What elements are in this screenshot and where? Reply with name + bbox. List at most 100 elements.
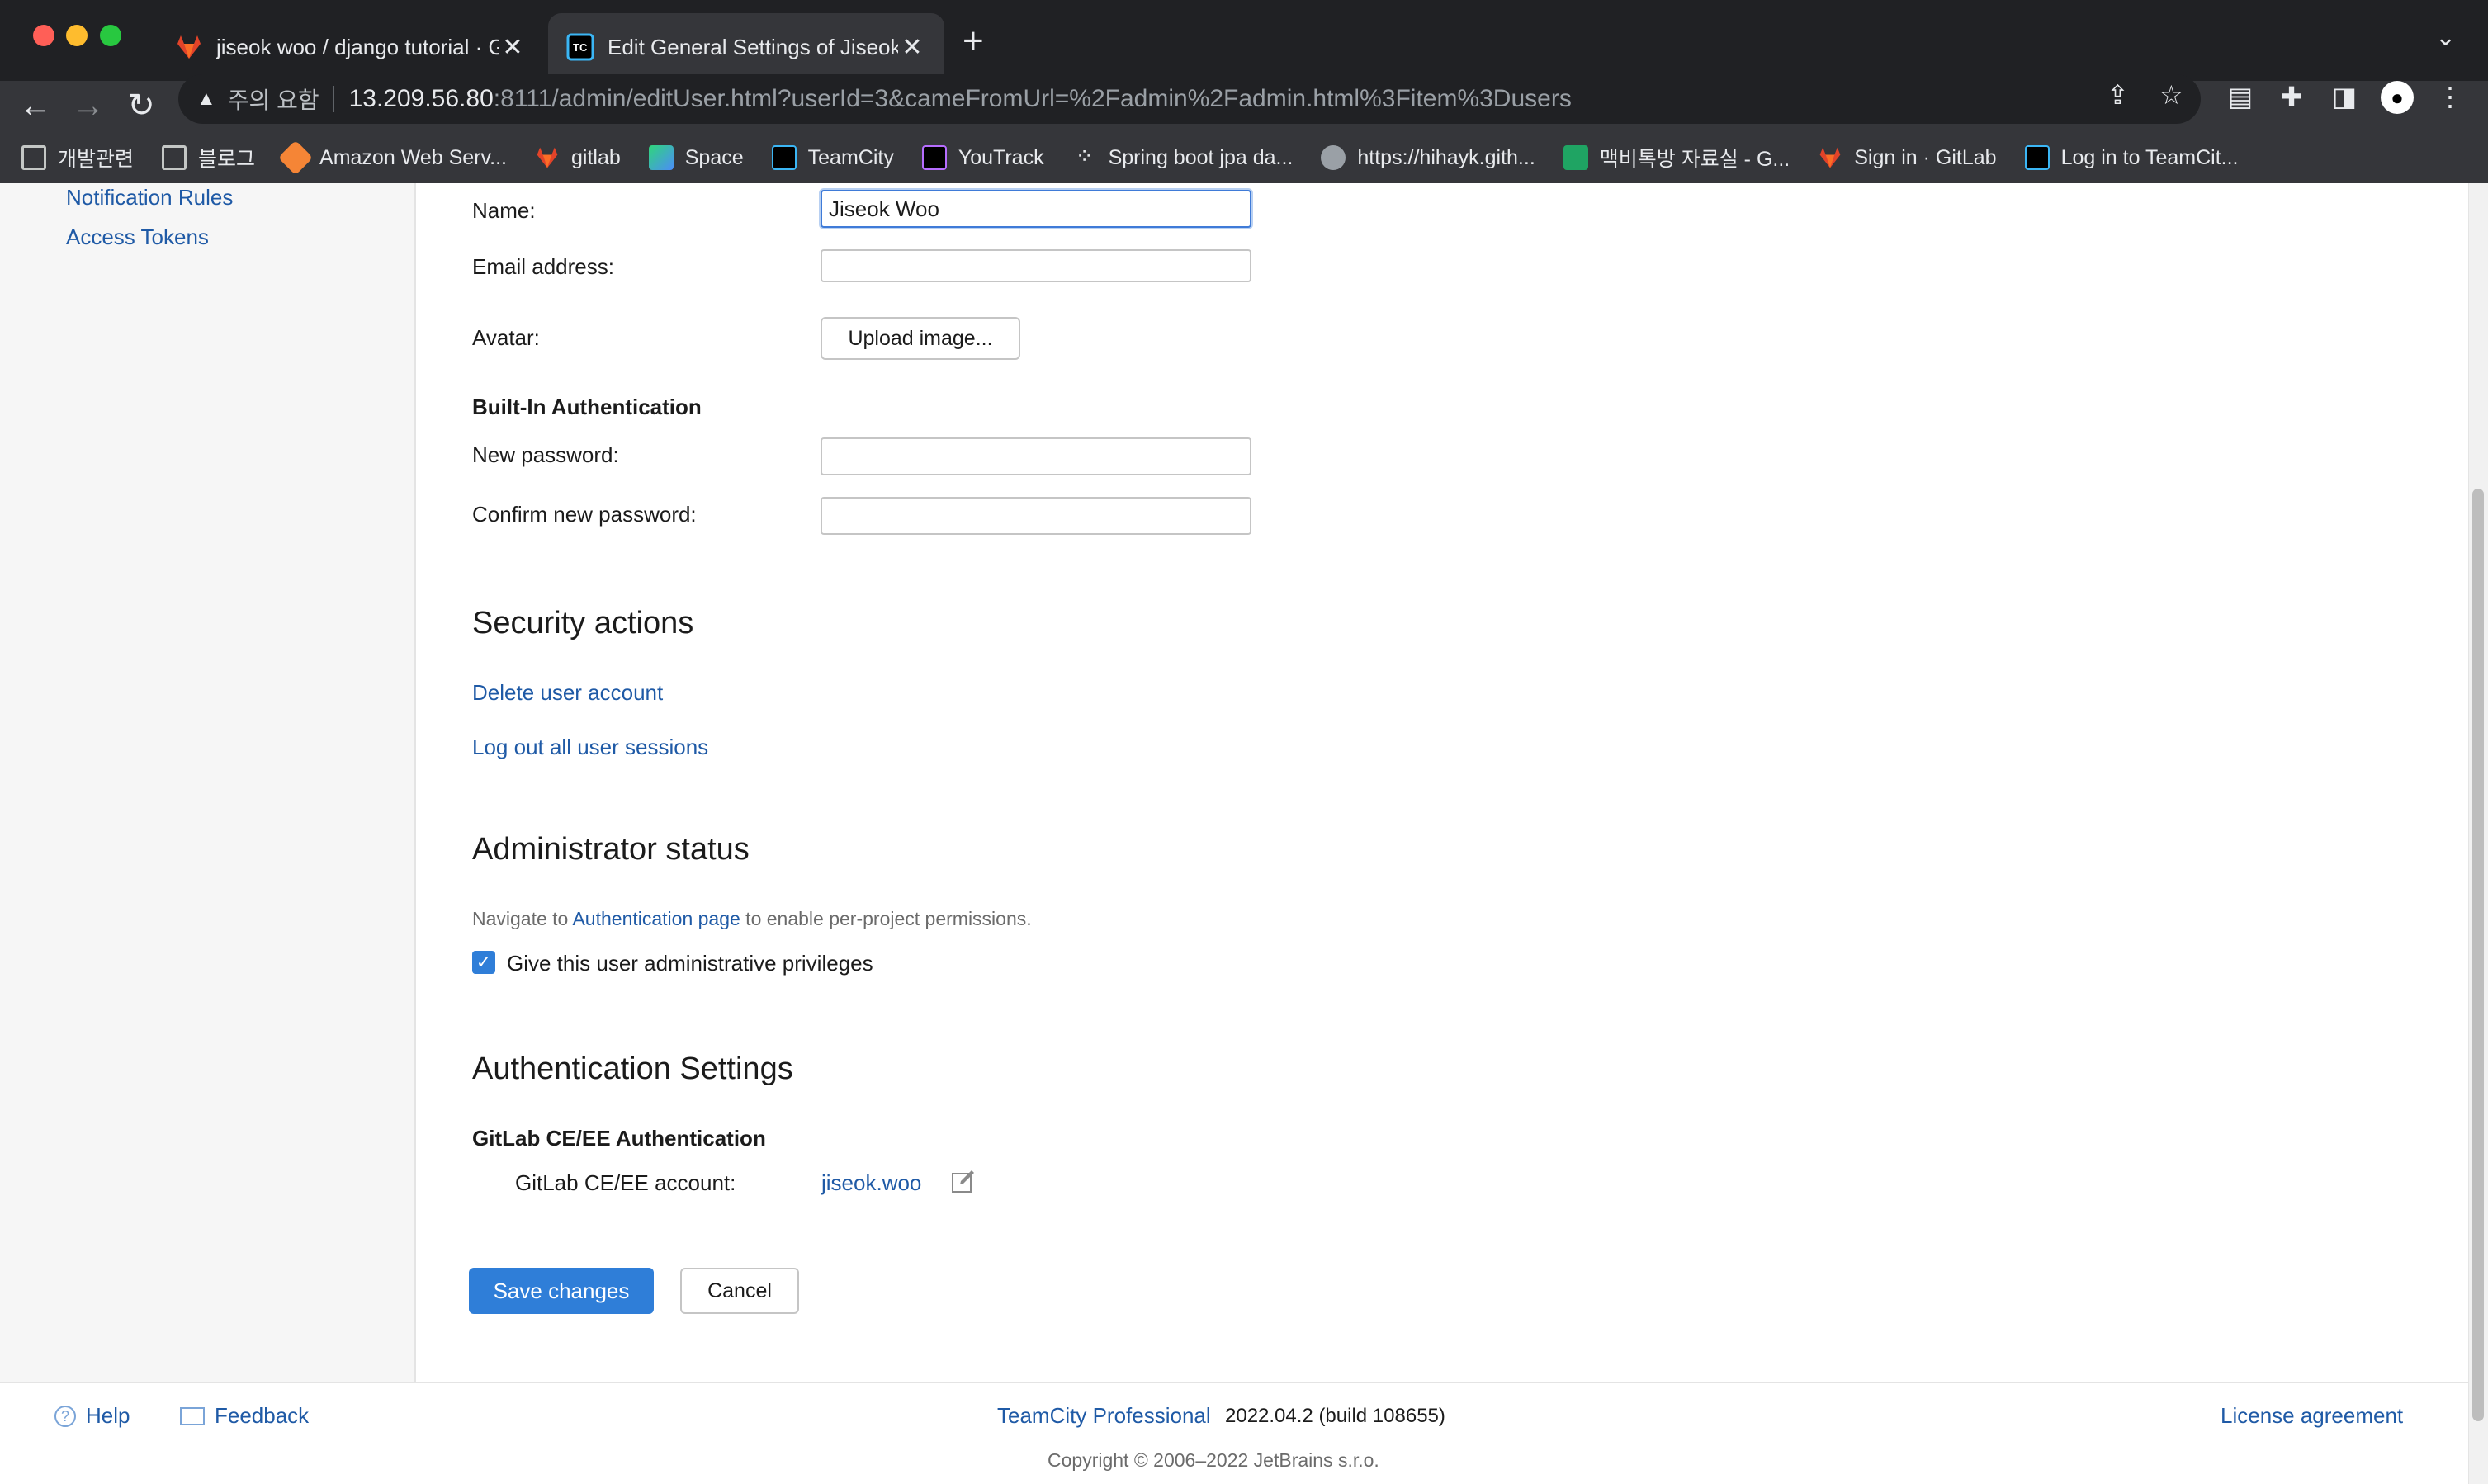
sidebar-item-access-tokens[interactable]: Access Tokens bbox=[66, 224, 209, 250]
bookmark-gitlab[interactable]: gitlab bbox=[535, 145, 621, 170]
tab-close-icon[interactable]: ✕ bbox=[898, 33, 926, 62]
gitlab-account-label: GitLab CE/EE account: bbox=[515, 1170, 736, 1195]
extension-printer-icon[interactable]: ▤ bbox=[2224, 81, 2257, 114]
bookmark-label: 개발관련 bbox=[58, 148, 135, 171]
bookmark-youtrack[interactable]: YouTrack bbox=[921, 145, 1044, 170]
window-zoom-button[interactable] bbox=[100, 25, 121, 46]
teamcity-professional-link[interactable]: TeamCity Professional bbox=[997, 1403, 1211, 1429]
gitlab-auth-heading: GitLab CE/EE Authentication bbox=[472, 1126, 766, 1151]
email-input[interactable] bbox=[821, 249, 1251, 282]
new-tab-button[interactable]: + bbox=[963, 18, 984, 64]
license-agreement-link[interactable]: License agreement bbox=[2221, 1403, 2403, 1429]
help-label: Help bbox=[86, 1403, 130, 1428]
back-arrow-icon[interactable]: ← bbox=[15, 81, 56, 130]
teamcity-icon bbox=[2024, 145, 2050, 170]
browser-tab-strip: jiseok woo / django tutorial · Gi ✕ TC E… bbox=[0, 0, 2488, 81]
browser-tab-teamcity[interactable]: TC Edit General Settings of Jiseok ✕ bbox=[548, 13, 944, 81]
help-icon: ? bbox=[54, 1405, 76, 1427]
bookmark-gitlab-signin[interactable]: Sign in · GitLab bbox=[1818, 145, 1997, 170]
bookmark-label: 맥비톡방 자료실 - G... bbox=[1599, 148, 1790, 171]
svg-text:TC: TC bbox=[573, 41, 588, 54]
logout-sessions-link[interactable]: Log out all user sessions bbox=[472, 735, 708, 760]
bookmark-folder-dev[interactable]: 개발관련 bbox=[21, 143, 134, 173]
security-actions-heading: Security actions bbox=[472, 606, 694, 640]
browser-tab-gitlab[interactable]: jiseok woo / django tutorial · Gi ✕ bbox=[157, 13, 545, 81]
share-icon[interactable]: ⇪ bbox=[2107, 79, 2129, 111]
folder-icon bbox=[21, 145, 46, 170]
edit-icon[interactable] bbox=[951, 1169, 976, 1193]
admin-privileges-label[interactable]: Give this user administrative privileges bbox=[507, 951, 873, 976]
bookmark-space[interactable]: Space bbox=[648, 145, 744, 170]
bookmark-label: 블로그 bbox=[198, 148, 256, 171]
settings-sidebar: Notification Rules Access Tokens bbox=[0, 183, 416, 1382]
page-content: Notification Rules Access Tokens Name: J… bbox=[0, 183, 2488, 1484]
sheets-icon bbox=[1563, 145, 1588, 170]
save-changes-button[interactable]: Save changes bbox=[469, 1268, 654, 1314]
url-host: 13.209.56.80 bbox=[348, 85, 494, 112]
scrollbar-thumb[interactable] bbox=[2472, 489, 2484, 1421]
bookmark-hihayk[interactable]: https://hihayk.gith... bbox=[1321, 145, 1535, 170]
bookmark-label: https://hihayk.gith... bbox=[1357, 145, 1535, 169]
side-panel-icon[interactable]: ◨ bbox=[2328, 81, 2361, 114]
profile-avatar-icon[interactable]: ● bbox=[2381, 81, 2414, 114]
security-label: 주의 요함 bbox=[227, 87, 319, 113]
authentication-settings-heading: Authentication Settings bbox=[472, 1052, 793, 1086]
tab-search-chevron-icon[interactable]: ⌄ bbox=[2435, 23, 2456, 52]
name-label: Name: bbox=[472, 198, 536, 223]
gitlab-icon bbox=[1819, 147, 1841, 168]
bookmark-folder-blog[interactable]: 블로그 bbox=[162, 143, 255, 173]
teamcity-icon bbox=[771, 145, 797, 170]
browser-menu-icon[interactable]: ⋮ bbox=[2434, 81, 2467, 114]
url-path: :8111/admin/editUser.html?userId=3&cameF… bbox=[493, 85, 1572, 112]
bookmark-spring[interactable]: ⁘ Spring boot jpa da... bbox=[1072, 145, 1294, 170]
bookmark-label: Log in to TeamCit... bbox=[2060, 145, 2239, 169]
bookmark-label: Amazon Web Serv... bbox=[319, 145, 507, 169]
reload-icon[interactable]: ↻ bbox=[121, 81, 162, 130]
note-text: to enable per-project permissions. bbox=[740, 908, 1032, 929]
bookmark-star-icon[interactable]: ☆ bbox=[2159, 79, 2183, 111]
extensions-puzzle-icon[interactable]: ✚ bbox=[2275, 81, 2308, 114]
page-footer: ? Help Feedback TeamCity Professional 20… bbox=[0, 1382, 2468, 1484]
note-text: Navigate to bbox=[472, 908, 573, 929]
gitlab-account-value[interactable]: jiseok.woo bbox=[821, 1170, 921, 1196]
feedback-link[interactable]: Feedback bbox=[180, 1403, 309, 1429]
bookmarks-bar: 개발관련 블로그 Amazon Web Serv... gitlab Space… bbox=[0, 132, 2488, 183]
bookmark-teamcity[interactable]: TeamCity bbox=[771, 145, 894, 170]
window-close-button[interactable] bbox=[33, 25, 54, 46]
address-bar[interactable]: ▲ 주의 요함 13.209.56.80 :8111/admin/editUse… bbox=[178, 74, 2201, 124]
bookmark-sheets[interactable]: 맥비톡방 자료실 - G... bbox=[1563, 143, 1790, 173]
page-scrollbar[interactable] bbox=[2468, 183, 2488, 1484]
bookmark-teamcity-login[interactable]: Log in to TeamCit... bbox=[2024, 145, 2239, 170]
window-minimize-button[interactable] bbox=[66, 25, 88, 46]
name-input[interactable]: Jiseok Woo bbox=[821, 190, 1251, 228]
forward-arrow-icon[interactable]: → bbox=[68, 81, 109, 130]
youtrack-icon bbox=[921, 145, 947, 170]
new-password-label: New password: bbox=[472, 442, 619, 467]
gitlab-icon bbox=[177, 35, 201, 59]
address-divider bbox=[332, 86, 334, 112]
globe-icon bbox=[1321, 145, 1346, 170]
upload-image-button[interactable]: Upload image... bbox=[821, 317, 1020, 360]
bookmark-label: Space bbox=[684, 145, 744, 169]
space-icon bbox=[648, 145, 674, 170]
cancel-button[interactable]: Cancel bbox=[680, 1268, 799, 1314]
teamcity-icon: TC bbox=[566, 33, 594, 61]
bookmark-aws[interactable]: Amazon Web Serv... bbox=[277, 139, 507, 176]
confirm-password-input[interactable] bbox=[821, 497, 1251, 535]
envelope-icon bbox=[180, 1406, 205, 1425]
help-link[interactable]: ? Help bbox=[54, 1403, 130, 1429]
delete-user-link[interactable]: Delete user account bbox=[472, 680, 663, 706]
administrator-status-heading: Administrator status bbox=[472, 832, 750, 867]
admin-privileges-checkbox[interactable]: ✓ bbox=[472, 951, 495, 974]
bookmark-label: gitlab bbox=[570, 145, 621, 169]
folder-icon bbox=[162, 145, 187, 170]
bookmark-label: Sign in · GitLab bbox=[1854, 145, 1997, 169]
tab-close-icon[interactable]: ✕ bbox=[499, 33, 527, 62]
gitlab-icon bbox=[537, 147, 558, 168]
authentication-page-link[interactable]: Authentication page bbox=[572, 908, 740, 929]
new-password-input[interactable] bbox=[821, 437, 1251, 475]
warning-icon: ▲ bbox=[196, 87, 216, 110]
builtin-auth-heading: Built-In Authentication bbox=[472, 395, 702, 419]
bookmark-label: Spring boot jpa da... bbox=[1108, 145, 1294, 169]
sidebar-item-notification-rules[interactable]: Notification Rules bbox=[66, 185, 233, 210]
